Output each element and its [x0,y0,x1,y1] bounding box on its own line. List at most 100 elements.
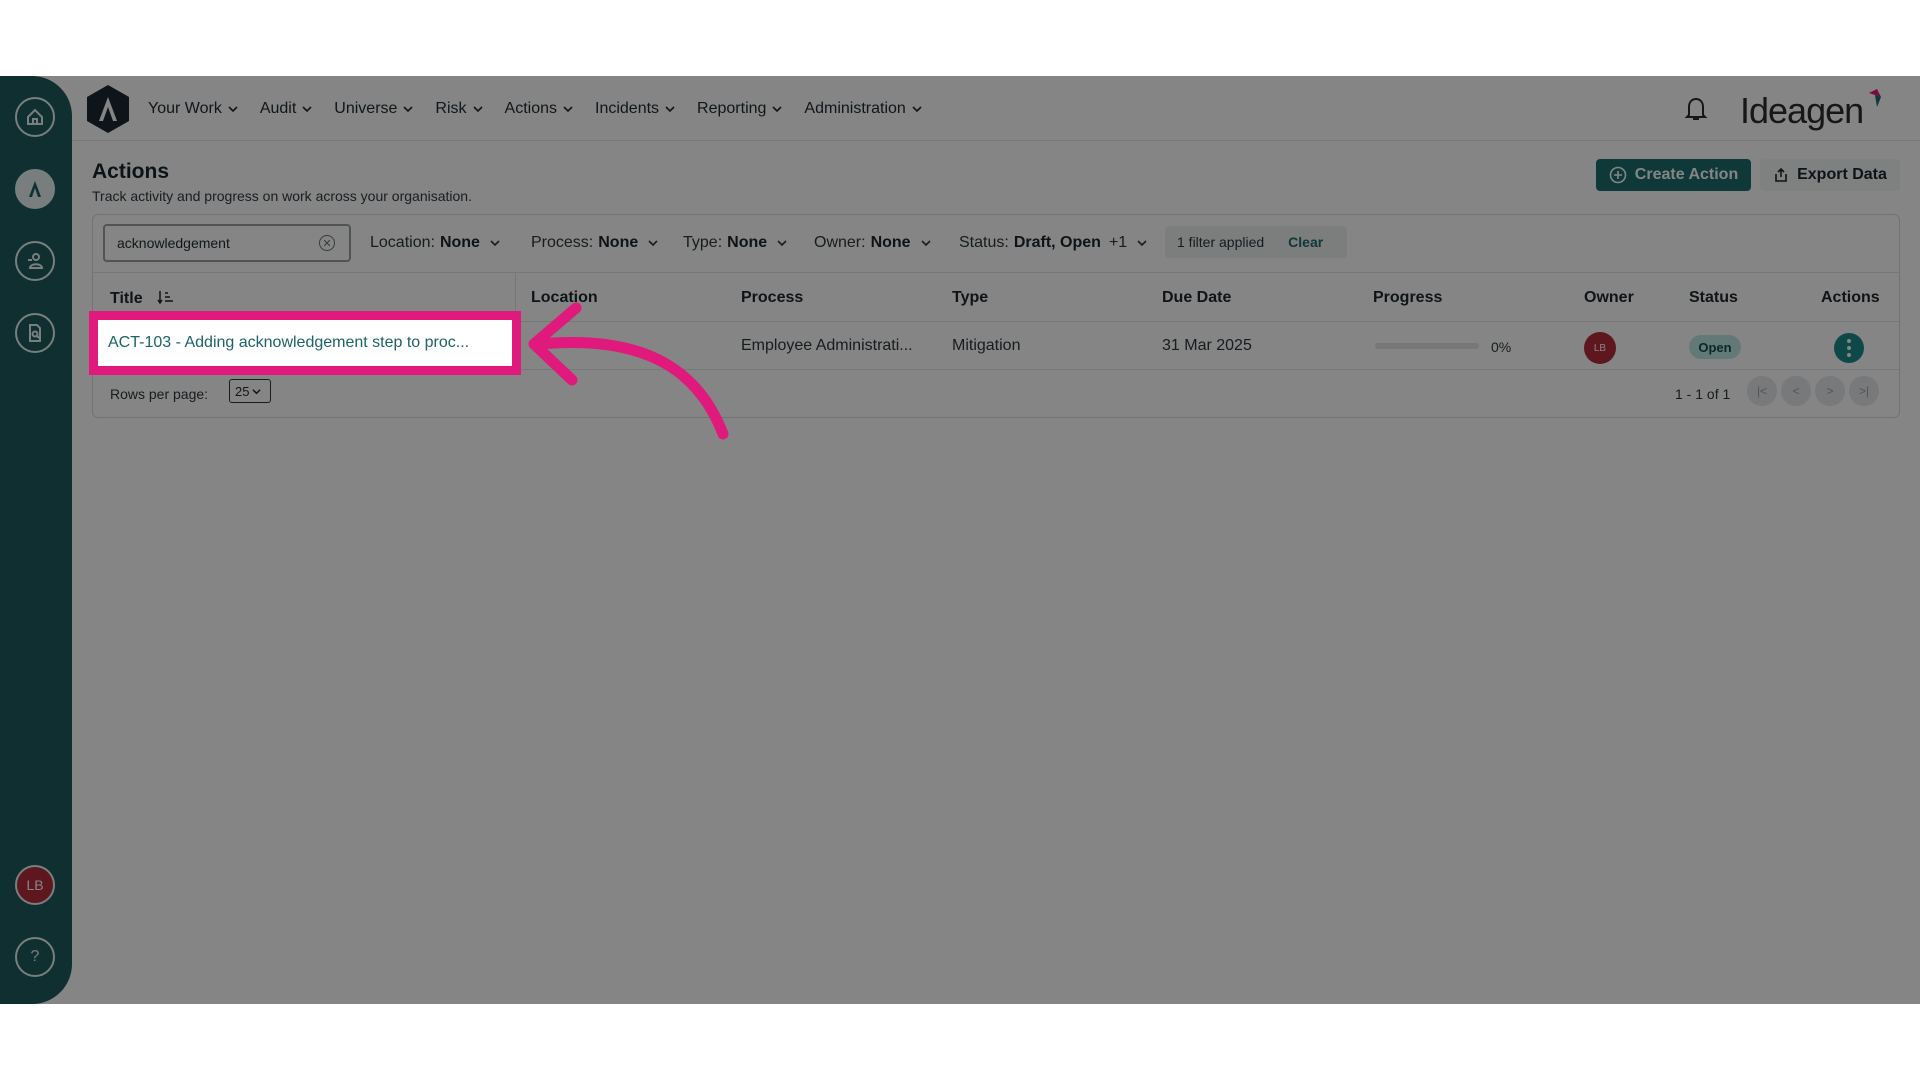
filter-label: Type: [683,234,723,251]
plus-circle-icon [1609,166,1627,184]
filter-value: None [870,234,911,251]
more-vertical-icon [1847,338,1851,359]
filter-label: Process: [531,234,594,251]
process-filter[interactable]: Process: None [531,234,658,252]
next-page-icon[interactable]: > [1815,376,1845,406]
column-header-actions: Actions [1821,289,1880,306]
location-filter[interactable]: Location: None [370,234,500,252]
nav-audit[interactable]: Audit [260,100,312,118]
page-subtitle: Track activity and progress on work acro… [92,188,472,204]
app-frame: LB ? Your Work Audit Universe Risk Actio… [0,76,1920,1004]
brand-logo: Ideagen [1740,86,1890,136]
cell-due-date: 31 Mar 2025 [1162,337,1252,354]
chevron-down-icon [921,240,931,247]
bell-icon[interactable] [1684,96,1708,122]
filter-label: Location: [370,234,435,251]
filter-extra-count: +1 [1108,234,1128,251]
column-header-progress[interactable]: Progress [1373,289,1442,307]
chevron-down-icon [777,240,787,247]
sidebar: LB ? [0,76,72,1004]
nav-label: Universe [334,99,398,117]
nav-administration[interactable]: Administration [804,99,922,118]
action-title-link[interactable]: ACT-103 - Adding acknowledgement step to… [89,311,521,375]
app-logo-icon[interactable] [84,83,132,135]
annotation-arrow-icon [528,302,729,440]
nav-your-work[interactable]: Your Work [148,100,238,118]
column-header-status[interactable]: Status [1689,289,1738,307]
cell-type: Mitigation [952,337,1021,354]
status-filter[interactable]: Status: Draft, Open +1 [959,234,1147,252]
rows-per-page-value: 25 [235,383,250,399]
export-data-button[interactable]: Export Data [1760,159,1900,191]
chevron-down-icon [228,105,238,112]
search-value: acknowledgement [117,235,230,251]
app-logo-icon[interactable] [15,169,55,209]
users-icon[interactable] [15,241,55,281]
column-header-type[interactable]: Type [952,289,988,307]
sort-icon[interactable] [157,289,175,305]
nav-label: Actions [504,99,557,117]
nav-label: Your Work [148,99,222,117]
owner-filter[interactable]: Owner: None [814,234,931,252]
filter-value: None [727,234,768,251]
page-title: Actions [92,160,170,183]
rows-per-page-label: Rows per page: [110,386,209,402]
top-nav-bar: Your Work Audit Universe Risk Actions In… [72,76,1920,141]
nav-reporting[interactable]: Reporting [697,100,782,118]
chevron-down-icon [490,240,500,247]
progress-bar [1375,343,1479,349]
home-icon[interactable] [15,97,55,137]
chevron-down-icon [665,105,675,112]
chevron-down-icon [772,105,782,112]
chevron-down-icon [912,105,922,112]
filter-label: Owner: [814,234,866,251]
chevron-down-icon [252,388,262,394]
filter-value: None [598,234,639,251]
filter-label: Status: [959,234,1009,251]
column-header-title[interactable]: Title [110,289,175,308]
row-actions-button[interactable] [1834,333,1864,363]
pagination-range: 1 - 1 of 1 [1675,386,1731,402]
owner-avatar[interactable]: LB [1584,332,1616,364]
brand-name: Ideagen [1740,90,1864,131]
first-page-icon[interactable]: |< [1747,376,1777,406]
chevron-down-icon [472,105,483,112]
type-filter[interactable]: Type: None [683,234,787,252]
chevron-down-icon [403,105,413,112]
clear-search-icon[interactable]: ✕ [319,235,335,251]
user-avatar[interactable]: LB [15,865,55,905]
previous-page-icon[interactable]: < [1781,376,1811,406]
column-label: Title [110,290,143,307]
nav-label: Risk [435,99,467,117]
nav-label: Incidents [595,99,660,117]
nav-universe[interactable]: Universe [334,100,413,118]
nav-label: Audit [259,99,297,117]
nav-label: Administration [804,99,906,117]
progress-text: 0% [1491,339,1512,355]
filters-applied-text: 1 filter applied [1177,234,1265,250]
chevron-down-icon [1137,240,1147,247]
rows-per-page-select[interactable]: 25 [229,379,271,403]
create-action-button[interactable]: Create Action [1596,159,1751,191]
last-page-icon[interactable]: >| [1849,376,1879,406]
column-header-process[interactable]: Process [741,289,803,307]
nav-actions[interactable]: Actions [505,100,573,118]
create-action-label: Create Action [1634,166,1739,183]
clear-filters-button[interactable]: Clear [1288,234,1323,250]
nav-incidents[interactable]: Incidents [595,100,675,118]
document-search-icon[interactable] [15,313,55,353]
cell-process: Employee Administrati... [741,337,913,354]
nav-label: Reporting [697,99,767,117]
export-icon [1775,167,1787,182]
nav-risk[interactable]: Risk [435,99,483,118]
help-button[interactable]: ? [15,937,55,977]
filter-value: None [439,234,480,251]
status-badge: Open [1689,335,1741,359]
filter-bar: acknowledgement ✕ Location: None Process:… [93,215,1899,273]
chevron-down-icon [648,240,658,247]
brand-mark-icon [1869,89,1882,107]
filters-applied-chip: 1 filter applied Clear [1165,226,1347,258]
column-header-owner[interactable]: Owner [1584,289,1634,307]
column-header-due-date[interactable]: Due Date [1162,289,1231,307]
search-input[interactable]: acknowledgement ✕ [103,224,351,262]
